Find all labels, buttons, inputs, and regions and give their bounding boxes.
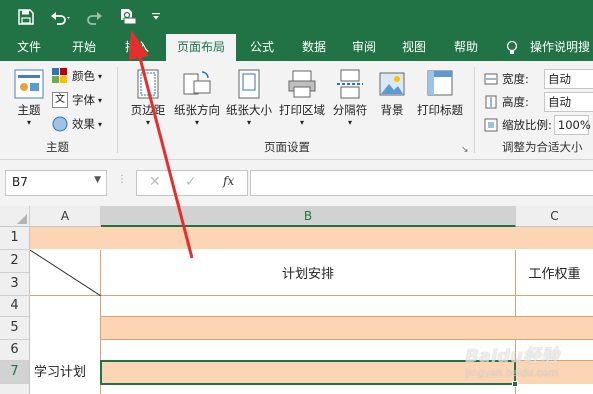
annotation-arrow bbox=[129, 30, 194, 259]
